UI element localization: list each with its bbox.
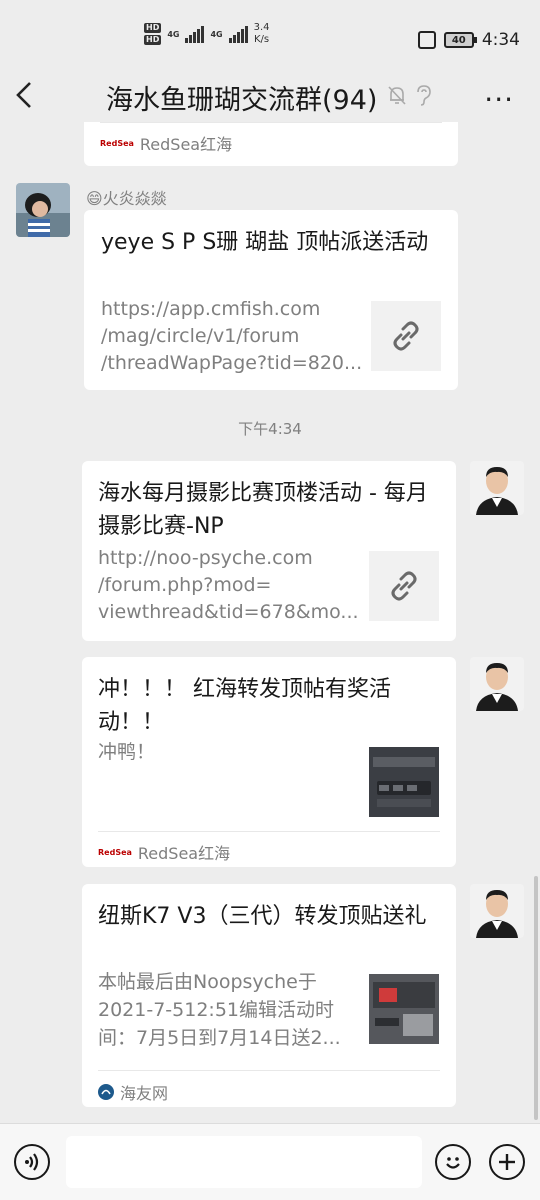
card-desc-line: 2021-7-512:51编辑活动时 xyxy=(98,999,334,1021)
battery-level: 40 xyxy=(451,34,466,46)
speed-value: 3.4 xyxy=(253,22,270,33)
link-icon xyxy=(391,571,417,601)
message-timestamp: 下午4:34 xyxy=(238,420,302,438)
hd-indicator: HD HD xyxy=(144,23,162,45)
redsea-logo: RedSea xyxy=(100,138,134,148)
article-thumbnail xyxy=(369,974,439,1044)
link-card[interactable]: 纽斯K7 V3（三代）转发顶贴送礼 本帖最后由Noopsyche于 2021-7… xyxy=(82,884,456,1107)
network-type-2: 4G xyxy=(210,29,223,39)
card-title: 海水每月摄影比赛顶楼活动 - 每月摄影比赛-NP xyxy=(98,481,428,539)
link-thumbnail xyxy=(369,551,439,621)
avatar[interactable] xyxy=(470,461,524,515)
link-thumbnail xyxy=(371,301,441,371)
card-description: http://noo-psyche.com /forum.php?mod= vi… xyxy=(98,545,360,626)
hd-label-1: HD xyxy=(144,23,162,33)
speed-unit: K/s xyxy=(254,34,270,45)
card-divider xyxy=(98,1070,440,1071)
mute-bell-icon xyxy=(388,86,406,105)
vibrate-icon xyxy=(417,31,436,49)
redsea-logo: RedSea xyxy=(98,847,132,857)
product-image xyxy=(369,974,439,1044)
card-desc-line: https://app.cmfish.com xyxy=(101,298,321,320)
network-status: HD HD 4G 4G 3.4 K/s xyxy=(144,22,270,46)
chevron-left-icon xyxy=(16,82,31,108)
hd-label-2: HD xyxy=(144,35,162,45)
source-name: 海友网 xyxy=(120,1084,169,1103)
avatar[interactable] xyxy=(470,884,524,938)
card-divider xyxy=(98,831,440,832)
chat-title: 海水鱼珊瑚交流群(94) xyxy=(106,85,378,116)
input-bar xyxy=(0,1123,540,1200)
link-card[interactable]: 海水每月摄影比赛顶楼活动 - 每月摄影比赛-NP http://noo-psyc… xyxy=(82,461,456,641)
card-title: 冲！！！ 红海转发顶帖有奖活动！！ xyxy=(98,677,391,735)
emoji-icon xyxy=(446,1157,460,1169)
card-title: yeye S P S珊 瑚盐 顶帖派送活动 xyxy=(101,230,429,255)
card-source: RedSea RedSea红海 xyxy=(98,840,230,864)
message-input[interactable] xyxy=(66,1136,422,1188)
card-desc-line: viewthread&tid=678&mo... xyxy=(98,601,359,623)
card-description: 本帖最后由Noopsyche于 2021-7-512:51编辑活动时 间：7月5… xyxy=(98,968,360,1052)
voice-button[interactable] xyxy=(14,1144,50,1180)
avatar-image xyxy=(470,461,524,515)
signal-icon xyxy=(185,25,205,43)
source-name: RedSea红海 xyxy=(137,844,231,863)
message-list[interactable]: RedSea RedSea红海 😄火炎焱燚 yeye S P S珊 瑚盐 顶帖派… xyxy=(0,122,540,1123)
status-bar: HD HD 4G 4G 3.4 K/s 40 4:34 xyxy=(0,0,540,72)
card-desc-line: /mag/circle/v1/forum xyxy=(101,325,300,347)
voice-icon xyxy=(25,1153,39,1171)
system-status: 40 4:34 xyxy=(417,30,520,50)
article-thumbnail xyxy=(369,747,439,817)
link-icon xyxy=(393,321,419,351)
scrollbar[interactable] xyxy=(534,876,538,1120)
card-source: 海友网 xyxy=(98,1080,168,1104)
card-desc-line: /forum.php?mod= xyxy=(98,574,272,596)
product-image xyxy=(369,747,439,817)
chat-header: 海水鱼珊瑚交流群(94) ... xyxy=(0,72,540,122)
signal-icon xyxy=(228,25,248,43)
network-type-1: 4G xyxy=(167,29,180,39)
link-card[interactable]: 冲！！！ 红海转发顶帖有奖活动！！ 冲鸭！ RedSea RedSea红海 xyxy=(82,657,456,867)
link-card-partial[interactable]: RedSea RedSea红海 xyxy=(84,122,458,166)
card-description: 冲鸭！ xyxy=(98,741,156,763)
plus-icon xyxy=(499,1154,515,1170)
avatar-image xyxy=(470,884,524,938)
clock: 4:34 xyxy=(481,30,520,50)
card-desc-line: 本帖最后由Noopsyche于 xyxy=(98,971,317,993)
card-divider xyxy=(100,122,442,123)
network-speed: 3.4 K/s xyxy=(254,22,270,46)
sender-name: 😄火炎焱燚 xyxy=(86,189,167,208)
card-desc-line: 间：7月5日到7月14日送2... xyxy=(98,1027,341,1049)
card-desc-line: /threadWapPage?tid=820... xyxy=(101,352,361,374)
source-name: RedSea红海 xyxy=(139,135,233,154)
battery-icon: 40 xyxy=(443,32,477,48)
card-source: RedSea RedSea红海 xyxy=(100,131,232,155)
more-functions-button[interactable] xyxy=(489,1144,525,1180)
avatar[interactable] xyxy=(470,657,524,711)
more-options-button[interactable]: ... xyxy=(484,78,514,106)
card-title: 纽斯K7 V3（三代）转发顶贴送礼 xyxy=(98,904,427,929)
avatar-image xyxy=(470,657,524,711)
emoji-button[interactable] xyxy=(435,1144,471,1180)
source-logo-icon xyxy=(98,1084,114,1100)
back-button[interactable] xyxy=(14,80,34,116)
card-desc-line: http://noo-psyche.com xyxy=(98,547,313,569)
avatar[interactable] xyxy=(16,183,70,237)
earpiece-icon xyxy=(417,85,431,106)
avatar-image xyxy=(16,183,70,237)
card-description: https://app.cmfish.com /mag/circle/v1/fo… xyxy=(101,296,361,377)
link-card[interactable]: yeye S P S珊 瑚盐 顶帖派送活动 https://app.cmfish… xyxy=(84,210,458,390)
